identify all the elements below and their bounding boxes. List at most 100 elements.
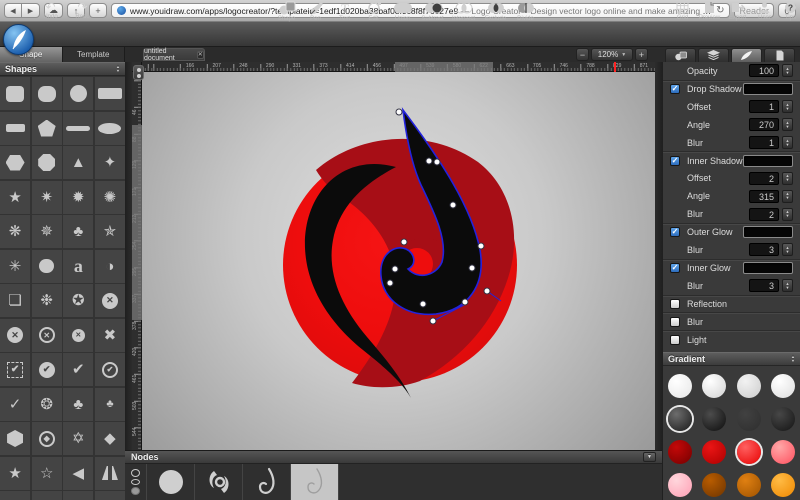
shape-check-circle[interactable]: ✔	[32, 353, 62, 386]
node-toggle-ellipse[interactable]	[131, 479, 140, 485]
value-offset[interactable]: 1	[749, 100, 779, 113]
preview-button[interactable]: Preview	[695, 1, 724, 24]
tab-layers-panel[interactable]	[698, 48, 729, 62]
tab-shapes-panel[interactable]	[665, 48, 696, 62]
shape-twelve-point-seal[interactable]: ✺	[95, 181, 125, 214]
gradient-swatch-orange[interactable]	[737, 473, 761, 497]
checkbox-light[interactable]	[670, 335, 680, 345]
tab-template[interactable]: Template	[63, 47, 126, 62]
stepper-blur[interactable]: ▲▼	[782, 279, 793, 292]
export-button[interactable]: Export	[723, 1, 752, 24]
path-node[interactable]	[430, 318, 436, 324]
tips-button[interactable]: ? Tips	[776, 1, 800, 24]
layer-thumb-swirl[interactable]	[195, 464, 243, 500]
collapse-stepper-icon[interactable]: ▲▼	[116, 65, 120, 73]
right-divider[interactable]	[655, 62, 663, 500]
shape-diamond[interactable]: ◆	[95, 422, 125, 455]
path-node[interactable]	[478, 243, 484, 249]
shape-ellipse[interactable]	[95, 112, 125, 145]
shape-circle-x-small[interactable]: ✕	[63, 319, 93, 352]
shape-circle[interactable]	[63, 77, 93, 110]
user-button[interactable]: User	[750, 1, 779, 24]
shape-cube[interactable]	[0, 422, 30, 455]
gradient-swatch-brown-orange[interactable]	[702, 473, 726, 497]
horizontal-ruler[interactable]: 1662072482903313734144564975395806226637…	[142, 62, 655, 72]
checkbox-drop-shadow[interactable]: ✓	[670, 84, 680, 94]
gradient-swatch-white-3[interactable]	[771, 374, 795, 398]
logo-artwork[interactable]	[132, 62, 655, 450]
path-node[interactable]	[396, 109, 402, 115]
shape-tool-button[interactable]: Shape	[272, 1, 301, 24]
shape-ring-x[interactable]: ✕	[32, 319, 62, 352]
color-swatch-outer-glow[interactable]	[743, 226, 793, 238]
shape-rectangle-small[interactable]	[0, 112, 30, 145]
shape-sunburst[interactable]: ❋	[0, 215, 30, 248]
shape-rounded-badge[interactable]	[32, 250, 62, 283]
gradient-swatch-red[interactable]	[702, 440, 726, 464]
shape-dashed-check[interactable]: ✔	[0, 353, 30, 386]
shape-seven-point-star[interactable]: ✷	[32, 181, 62, 214]
checkbox-blur[interactable]	[670, 317, 680, 327]
stepper-opacity[interactable]: ▲▼	[782, 64, 793, 77]
shape-stacked-squares[interactable]: ❏	[0, 284, 30, 317]
pen-tool-button[interactable]: Pen	[301, 1, 330, 24]
shape-trefoil[interactable]: ♣	[63, 215, 93, 248]
shape-club[interactable]: ♣	[63, 388, 93, 421]
gradient-swatch-bright-orange[interactable]	[771, 473, 795, 497]
shape-hexagon[interactable]	[0, 146, 30, 179]
undo-button[interactable]: ↶ Undo	[36, 1, 65, 24]
color-swatch-inner-shadow[interactable]	[743, 155, 793, 167]
layer-thumb-circle[interactable]	[147, 464, 195, 500]
gradient-swatch-charcoal-flat[interactable]	[737, 407, 761, 431]
redo-button[interactable]: ↷ Redo	[68, 1, 97, 24]
shape-circle-ornament[interactable]: ❂	[32, 388, 62, 421]
shape-road-stripes[interactable]	[95, 457, 125, 490]
close-document-icon[interactable]: ✕	[197, 51, 204, 59]
value-blur[interactable]: 2	[749, 208, 779, 221]
back-button[interactable]: ◀	[4, 3, 22, 18]
canvas-area[interactable]: 1662072482903313734144564975395806226637…	[132, 62, 655, 450]
shape-star-outline[interactable]: ☆	[32, 457, 62, 490]
shape-half-circle-contrast[interactable]: ◑	[95, 250, 125, 283]
shape-pentagon[interactable]	[32, 112, 62, 145]
gradient-swatch-pink-red[interactable]	[771, 440, 795, 464]
grid-button[interactable]: Grid	[668, 1, 697, 24]
stepper-blur[interactable]: ▲▼	[782, 136, 793, 149]
shape-eight-point-seal[interactable]: ✹	[63, 181, 93, 214]
path-node[interactable]	[434, 159, 440, 165]
shape-rounded-square[interactable]	[0, 77, 30, 110]
value-angle[interactable]: 270	[749, 118, 779, 131]
path-node[interactable]	[450, 202, 456, 208]
shape-four-point-star[interactable]: ✦	[95, 146, 125, 179]
gradient-swatch-bright-red-selected[interactable]	[737, 440, 761, 464]
shape-play-triangles[interactable]: ◀	[63, 457, 93, 490]
shape-star-filled[interactable]: ★	[0, 457, 30, 490]
divide-tool-button[interactable]: Divide	[511, 1, 540, 24]
path-node[interactable]	[401, 239, 407, 245]
vertical-ruler[interactable]: 4688129171212254295337378420461503544	[132, 72, 142, 450]
shape-star-alt[interactable]: ✯	[95, 215, 125, 248]
shapes-panel-header[interactable]: Shapes ▲▼	[0, 62, 125, 76]
gradient-swatch-dark-red[interactable]	[668, 440, 692, 464]
shape-x-mark[interactable]: ✖	[95, 319, 125, 352]
shape-dome-double[interactable]: ◠	[32, 491, 62, 500]
gradient-swatch-silver[interactable]	[737, 374, 761, 398]
gradient-stepper-icon[interactable]: ▲▼	[791, 355, 795, 363]
stepper-blur[interactable]: ▲▼	[782, 208, 793, 221]
path-node[interactable]	[462, 299, 468, 305]
path-node[interactable]	[469, 265, 475, 271]
color-swatch-drop-shadow[interactable]	[743, 83, 793, 95]
stepper-offset[interactable]: ▲▼	[782, 172, 793, 185]
gradient-header[interactable]: Gradient ▲▼	[663, 352, 800, 366]
stepper-blur[interactable]: ▲▼	[782, 243, 793, 256]
shape-sheriff-star[interactable]: ❉	[32, 284, 62, 317]
shape-five-point-star[interactable]: ★	[0, 181, 30, 214]
left-divider[interactable]	[125, 62, 132, 500]
gradient-swatch-black-2[interactable]	[771, 407, 795, 431]
shape-check-ring[interactable]: ✔	[95, 353, 125, 386]
shape-check-thin[interactable]: ✓	[0, 388, 30, 421]
shape-sunburst-2[interactable]: ✵	[32, 215, 62, 248]
path-node[interactable]	[484, 288, 490, 294]
intersect-tool-button[interactable]: Intersect	[449, 1, 478, 24]
shape-check-mark[interactable]: ✔	[63, 353, 93, 386]
